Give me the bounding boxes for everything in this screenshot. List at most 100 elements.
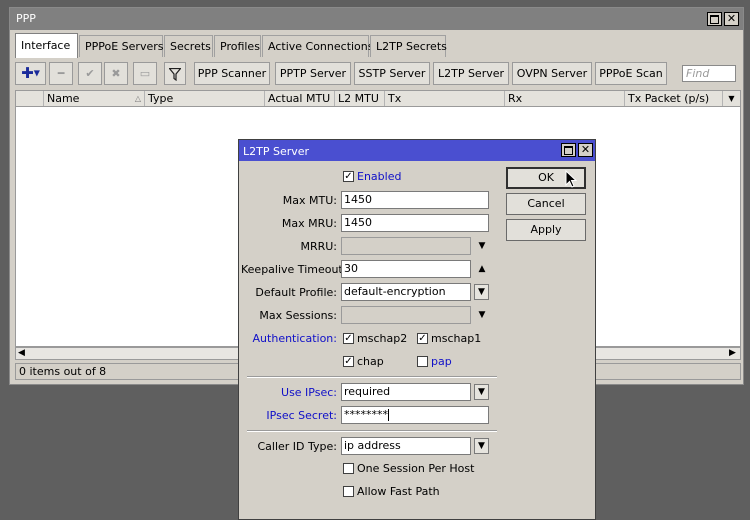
caller-id-dropdown[interactable]: ▼: [474, 438, 489, 454]
mrru-label: MRRU:: [300, 240, 337, 253]
cancel-button[interactable]: Cancel: [506, 193, 586, 215]
filter-button[interactable]: [164, 62, 186, 85]
column-type[interactable]: Type: [144, 91, 264, 106]
column-flags[interactable]: [16, 91, 43, 106]
column-rx[interactable]: Rx: [504, 91, 624, 106]
max-sessions-label: Max Sessions:: [259, 309, 337, 322]
scroll-right-icon[interactable]: ▶: [729, 348, 736, 359]
max-mru-input[interactable]: 1450: [341, 214, 489, 232]
dropdown-arrow-icon: ▼: [478, 287, 485, 297]
keepalive-collapse-button[interactable]: ▲: [475, 261, 489, 277]
ppp-titlebar[interactable]: PPP ✕: [10, 8, 743, 30]
dialog-close-button[interactable]: ✕: [578, 143, 593, 157]
column-name[interactable]: Name △: [43, 91, 144, 106]
check-icon: ✔: [85, 67, 95, 80]
dropdown-arrow-icon: ▼: [478, 441, 485, 451]
use-ipsec-dropdown[interactable]: ▼: [474, 384, 489, 400]
scroll-left-icon[interactable]: ◀: [18, 348, 25, 359]
keepalive-label: Keepalive Timeout:: [241, 263, 347, 276]
dialog-title: L2TP Server: [243, 145, 310, 158]
allow-fast-path-label: Allow Fast Path: [357, 485, 440, 498]
add-button[interactable]: ✚▼: [15, 62, 46, 85]
mrru-input[interactable]: [341, 237, 471, 255]
item-count: 0 items out of 8: [19, 365, 107, 378]
tab-interface[interactable]: Interface: [15, 33, 78, 58]
close-icon: ✕: [726, 12, 737, 25]
l2tp-server-button[interactable]: L2TP Server: [433, 62, 509, 85]
ipsec-secret-input[interactable]: ********: [341, 406, 489, 424]
mouse-pointer-icon: [565, 170, 577, 188]
apply-button[interactable]: Apply: [506, 219, 586, 241]
remove-button[interactable]: ━: [49, 62, 73, 85]
use-ipsec-select[interactable]: required: [341, 383, 471, 401]
enabled-checkbox[interactable]: ✓: [343, 171, 354, 182]
column-l2-mtu[interactable]: L2 MTU: [334, 91, 384, 106]
find-input[interactable]: [682, 65, 736, 82]
max-mtu-label: Max MTU:: [282, 194, 337, 207]
pptp-server-button[interactable]: PPTP Server: [275, 62, 351, 85]
max-sessions-expand-button[interactable]: ▼: [475, 307, 489, 323]
tab-profiles[interactable]: Profiles: [214, 35, 261, 57]
column-tx[interactable]: Tx: [384, 91, 504, 106]
caller-id-select[interactable]: ip address: [341, 437, 471, 455]
mrru-expand-button[interactable]: ▼: [475, 238, 489, 254]
minus-icon: ━: [57, 67, 65, 80]
close-button[interactable]: ✕: [724, 12, 739, 26]
maximize-icon: [710, 15, 719, 24]
enabled-label: Enabled: [357, 170, 402, 183]
max-sessions-input[interactable]: [341, 306, 471, 324]
disable-button[interactable]: ✖: [104, 62, 128, 85]
dropdown-arrow-icon: ▼: [33, 68, 40, 78]
pap-checkbox[interactable]: [417, 356, 428, 367]
dropdown-arrow-icon: ▼: [728, 94, 735, 103]
close-icon: ✕: [580, 143, 591, 156]
mschap1-checkbox[interactable]: ✓: [417, 333, 428, 344]
arrow-down-icon: ▼: [478, 241, 486, 251]
mschap2-checkbox[interactable]: ✓: [343, 333, 354, 344]
ppp-scanner-button[interactable]: PPP Scanner: [194, 62, 270, 85]
column-tx-packet[interactable]: Tx Packet (p/s): [624, 91, 722, 106]
tab-pppoe-servers[interactable]: PPPoE Servers: [79, 35, 164, 57]
one-session-checkbox[interactable]: [343, 463, 354, 474]
dialog-titlebar[interactable]: L2TP Server ✕: [239, 140, 595, 161]
table-header: Name △ Type Actual MTU L2 MTU Tx Rx Tx P…: [15, 90, 741, 107]
x-icon: ✖: [111, 67, 121, 80]
sort-icon: △: [134, 94, 141, 103]
ovpn-server-button[interactable]: OVPN Server: [512, 62, 592, 85]
column-menu-button[interactable]: ▼: [722, 91, 740, 106]
tab-l2tp-secrets[interactable]: L2TP Secrets: [370, 35, 447, 57]
default-profile-label: Default Profile:: [255, 286, 337, 299]
default-profile-dropdown[interactable]: ▼: [474, 284, 489, 300]
default-profile-select[interactable]: default-encryption: [341, 283, 471, 301]
tab-secrets[interactable]: Secrets: [164, 35, 213, 57]
column-actual-mtu[interactable]: Actual MTU: [264, 91, 334, 106]
l2tp-server-dialog: L2TP Server ✕ ✓ Enabled Max MTU: 1450 Ma…: [238, 139, 596, 520]
chap-label: chap: [357, 355, 384, 368]
pppoe-scan-button[interactable]: PPPoE Scan: [595, 62, 667, 85]
dialog-maximize-button[interactable]: [561, 143, 576, 157]
mschap2-label: mschap2: [357, 332, 408, 345]
text-cursor: [388, 409, 389, 421]
chap-checkbox[interactable]: ✓: [343, 356, 354, 367]
mschap1-label: mschap1: [431, 332, 482, 345]
pap-label: pap: [431, 355, 452, 368]
ipsec-secret-value: ********: [344, 408, 388, 421]
max-mru-label: Max MRU:: [281, 217, 337, 230]
separator: [247, 430, 497, 432]
tab-active-connections[interactable]: Active Connections: [262, 35, 374, 57]
ipsec-secret-label: IPsec Secret:: [266, 409, 337, 422]
window-title: PPP: [16, 12, 36, 25]
allow-fast-path-checkbox[interactable]: [343, 486, 354, 497]
toolbar: ✚▼ ━ ✔ ✖ ▭ PPP Scanner PPTP Server SSTP …: [10, 60, 743, 88]
comment-button[interactable]: ▭: [133, 62, 157, 85]
dropdown-arrow-icon: ▼: [478, 387, 485, 397]
maximize-icon: [564, 146, 573, 155]
caller-id-label: Caller ID Type:: [257, 440, 337, 453]
max-mtu-input[interactable]: 1450: [341, 191, 489, 209]
sstp-server-button[interactable]: SSTP Server: [354, 62, 430, 85]
enable-button[interactable]: ✔: [78, 62, 102, 85]
keepalive-input[interactable]: 30: [341, 260, 471, 278]
maximize-button[interactable]: [707, 12, 722, 26]
authentication-label: Authentication:: [252, 332, 337, 345]
column-name-label: Name: [47, 92, 80, 105]
